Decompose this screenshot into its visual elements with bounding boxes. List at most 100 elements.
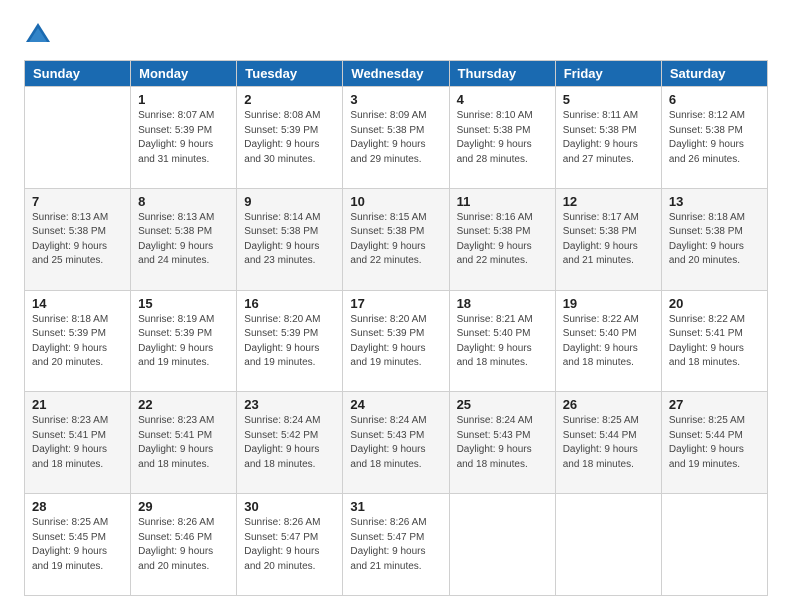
day-number: 13	[669, 194, 760, 209]
calendar-cell: 8 Sunrise: 8:13 AMSunset: 5:38 PMDaylight…	[131, 188, 237, 290]
calendar-cell: 10 Sunrise: 8:15 AMSunset: 5:38 PMDayligh…	[343, 188, 449, 290]
calendar-header-monday: Monday	[131, 61, 237, 87]
day-number: 7	[32, 194, 123, 209]
calendar-cell: 6 Sunrise: 8:12 AMSunset: 5:38 PMDaylight…	[661, 87, 767, 189]
calendar-cell	[25, 87, 131, 189]
calendar-cell: 2 Sunrise: 8:08 AMSunset: 5:39 PMDaylight…	[237, 87, 343, 189]
calendar-header-thursday: Thursday	[449, 61, 555, 87]
day-number: 6	[669, 92, 760, 107]
calendar-cell: 16 Sunrise: 8:20 AMSunset: 5:39 PMDayligh…	[237, 290, 343, 392]
calendar-week-1: 1 Sunrise: 8:07 AMSunset: 5:39 PMDaylight…	[25, 87, 768, 189]
calendar-week-4: 21 Sunrise: 8:23 AMSunset: 5:41 PMDayligh…	[25, 392, 768, 494]
day-number: 20	[669, 296, 760, 311]
calendar-cell: 13 Sunrise: 8:18 AMSunset: 5:38 PMDayligh…	[661, 188, 767, 290]
header	[24, 20, 768, 48]
page: SundayMondayTuesdayWednesdayThursdayFrid…	[0, 0, 792, 612]
day-number: 27	[669, 397, 760, 412]
calendar-cell: 20 Sunrise: 8:22 AMSunset: 5:41 PMDayligh…	[661, 290, 767, 392]
day-number: 29	[138, 499, 229, 514]
calendar-cell: 12 Sunrise: 8:17 AMSunset: 5:38 PMDayligh…	[555, 188, 661, 290]
day-info: Sunrise: 8:20 AMSunset: 5:39 PMDaylight:…	[350, 313, 441, 371]
calendar-cell	[555, 494, 661, 596]
day-info: Sunrise: 8:13 AMSunset: 5:38 PMDaylight:…	[138, 211, 229, 269]
day-info: Sunrise: 8:20 AMSunset: 5:39 PMDaylight:…	[244, 313, 335, 371]
calendar-cell: 4 Sunrise: 8:10 AMSunset: 5:38 PMDaylight…	[449, 87, 555, 189]
day-info: Sunrise: 8:26 AMSunset: 5:47 PMDaylight:…	[244, 516, 335, 574]
day-number: 21	[32, 397, 123, 412]
day-info: Sunrise: 8:24 AMSunset: 5:42 PMDaylight:…	[244, 414, 335, 472]
calendar-cell: 21 Sunrise: 8:23 AMSunset: 5:41 PMDayligh…	[25, 392, 131, 494]
calendar-header-saturday: Saturday	[661, 61, 767, 87]
day-info: Sunrise: 8:25 AMSunset: 5:44 PMDaylight:…	[669, 414, 760, 472]
calendar-cell: 27 Sunrise: 8:25 AMSunset: 5:44 PMDayligh…	[661, 392, 767, 494]
calendar-cell: 24Sunrise: 8:24 AMSunset: 5:43 PMDayligh…	[343, 392, 449, 494]
calendar-week-5: 28 Sunrise: 8:25 AMSunset: 5:45 PMDayligh…	[25, 494, 768, 596]
day-number: 16	[244, 296, 335, 311]
day-info: Sunrise: 8:16 AMSunset: 5:38 PMDaylight:…	[457, 211, 548, 269]
day-number: 9	[244, 194, 335, 209]
day-info: Sunrise: 8:21 AMSunset: 5:40 PMDaylight:…	[457, 313, 548, 371]
day-number: 22	[138, 397, 229, 412]
day-info: Sunrise: 8:14 AMSunset: 5:38 PMDaylight:…	[244, 211, 335, 269]
day-number: 19	[563, 296, 654, 311]
calendar-cell: 5Sunrise: 8:11 AMSunset: 5:38 PMDaylight…	[555, 87, 661, 189]
day-info: Sunrise: 8:08 AMSunset: 5:39 PMDaylight:…	[244, 109, 335, 167]
calendar-cell: 26 Sunrise: 8:25 AMSunset: 5:44 PMDayligh…	[555, 392, 661, 494]
calendar-week-2: 7 Sunrise: 8:13 AMSunset: 5:38 PMDaylight…	[25, 188, 768, 290]
day-number: 4	[457, 92, 548, 107]
day-info: Sunrise: 8:12 AMSunset: 5:38 PMDaylight:…	[669, 109, 760, 167]
calendar-cell: 11 Sunrise: 8:16 AMSunset: 5:38 PMDayligh…	[449, 188, 555, 290]
calendar-header-sunday: Sunday	[25, 61, 131, 87]
day-number: 18	[457, 296, 548, 311]
calendar-cell: 17Sunrise: 8:20 AMSunset: 5:39 PMDayligh…	[343, 290, 449, 392]
logo-icon	[24, 20, 52, 48]
day-number: 12	[563, 194, 654, 209]
calendar-cell: 28 Sunrise: 8:25 AMSunset: 5:45 PMDayligh…	[25, 494, 131, 596]
calendar-cell	[449, 494, 555, 596]
day-number: 14	[32, 296, 123, 311]
day-info: Sunrise: 8:07 AMSunset: 5:39 PMDaylight:…	[138, 109, 229, 167]
calendar-header-row: SundayMondayTuesdayWednesdayThursdayFrid…	[25, 61, 768, 87]
day-number: 11	[457, 194, 548, 209]
day-info: Sunrise: 8:23 AMSunset: 5:41 PMDaylight:…	[138, 414, 229, 472]
day-number: 5	[563, 92, 654, 107]
calendar-header-wednesday: Wednesday	[343, 61, 449, 87]
calendar-header-tuesday: Tuesday	[237, 61, 343, 87]
day-number: 31	[350, 499, 441, 514]
calendar-cell: 25Sunrise: 8:24 AMSunset: 5:43 PMDayligh…	[449, 392, 555, 494]
day-info: Sunrise: 8:26 AMSunset: 5:47 PMDaylight:…	[350, 516, 441, 574]
calendar-table: SundayMondayTuesdayWednesdayThursdayFrid…	[24, 60, 768, 596]
day-number: 30	[244, 499, 335, 514]
day-number: 1	[138, 92, 229, 107]
day-info: Sunrise: 8:25 AMSunset: 5:45 PMDaylight:…	[32, 516, 123, 574]
day-info: Sunrise: 8:18 AMSunset: 5:39 PMDaylight:…	[32, 313, 123, 371]
day-info: Sunrise: 8:22 AMSunset: 5:41 PMDaylight:…	[669, 313, 760, 371]
day-number: 3	[350, 92, 441, 107]
day-info: Sunrise: 8:23 AMSunset: 5:41 PMDaylight:…	[32, 414, 123, 472]
day-number: 26	[563, 397, 654, 412]
day-info: Sunrise: 8:10 AMSunset: 5:38 PMDaylight:…	[457, 109, 548, 167]
logo	[24, 20, 56, 48]
day-number: 2	[244, 92, 335, 107]
day-number: 28	[32, 499, 123, 514]
day-info: Sunrise: 8:22 AMSunset: 5:40 PMDaylight:…	[563, 313, 654, 371]
day-info: Sunrise: 8:13 AMSunset: 5:38 PMDaylight:…	[32, 211, 123, 269]
day-info: Sunrise: 8:15 AMSunset: 5:38 PMDaylight:…	[350, 211, 441, 269]
day-info: Sunrise: 8:25 AMSunset: 5:44 PMDaylight:…	[563, 414, 654, 472]
calendar-cell: 9 Sunrise: 8:14 AMSunset: 5:38 PMDaylight…	[237, 188, 343, 290]
day-info: Sunrise: 8:18 AMSunset: 5:38 PMDaylight:…	[669, 211, 760, 269]
calendar-cell: 30 Sunrise: 8:26 AMSunset: 5:47 PMDayligh…	[237, 494, 343, 596]
calendar-cell: 3Sunrise: 8:09 AMSunset: 5:38 PMDaylight…	[343, 87, 449, 189]
calendar-cell: 19 Sunrise: 8:22 AMSunset: 5:40 PMDayligh…	[555, 290, 661, 392]
calendar-cell: 7 Sunrise: 8:13 AMSunset: 5:38 PMDaylight…	[25, 188, 131, 290]
calendar-cell: 15Sunrise: 8:19 AMSunset: 5:39 PMDayligh…	[131, 290, 237, 392]
day-info: Sunrise: 8:17 AMSunset: 5:38 PMDaylight:…	[563, 211, 654, 269]
day-info: Sunrise: 8:24 AMSunset: 5:43 PMDaylight:…	[457, 414, 548, 472]
calendar-cell	[661, 494, 767, 596]
calendar-header-friday: Friday	[555, 61, 661, 87]
calendar-cell: 18 Sunrise: 8:21 AMSunset: 5:40 PMDayligh…	[449, 290, 555, 392]
calendar-cell: 22 Sunrise: 8:23 AMSunset: 5:41 PMDayligh…	[131, 392, 237, 494]
calendar-week-3: 14 Sunrise: 8:18 AMSunset: 5:39 PMDayligh…	[25, 290, 768, 392]
day-number: 8	[138, 194, 229, 209]
day-number: 10	[350, 194, 441, 209]
